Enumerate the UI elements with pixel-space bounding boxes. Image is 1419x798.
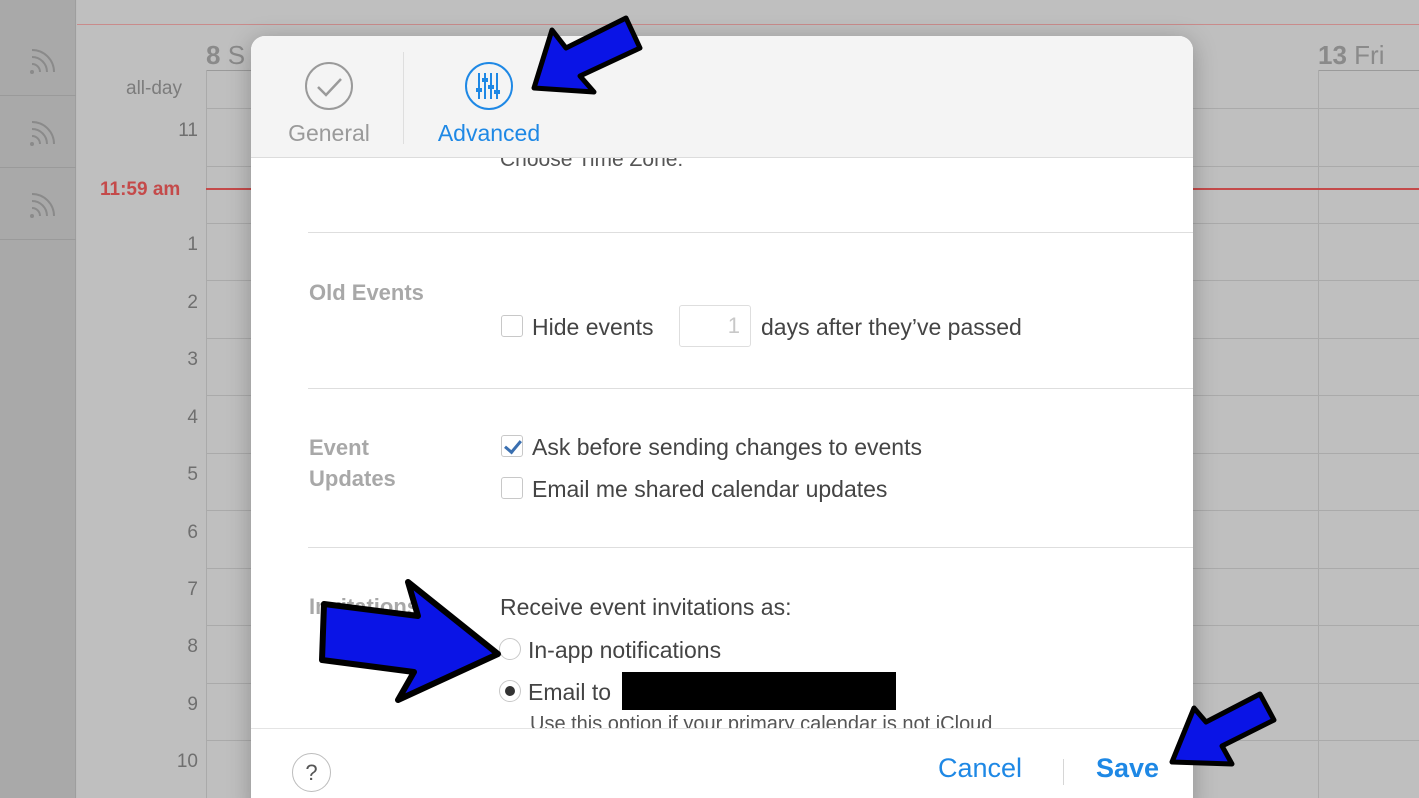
hide-events-days-input[interactable] (679, 305, 751, 347)
sliders-icon (465, 62, 513, 110)
hide-events-checkbox[interactable] (501, 315, 523, 337)
event-updates-label-line1: Event (309, 435, 369, 460)
footer-divider (1063, 759, 1064, 785)
calendar-header-line (77, 24, 1419, 25)
email-shared-updates-checkbox[interactable] (501, 477, 523, 499)
in-app-notifications-label: In-app notifications (528, 637, 722, 663)
current-time-label: 11:59 am (100, 179, 181, 200)
annotation-arrow-icon (319, 579, 501, 703)
section-divider (308, 388, 1193, 389)
hour-label: 7 (187, 579, 198, 600)
ask-before-sending-checkbox[interactable] (501, 435, 523, 457)
day-column-line (1318, 70, 1319, 798)
old-events-label: Old Events (309, 280, 424, 305)
tab-divider (403, 52, 404, 144)
shared-calendar-cell[interactable] (0, 96, 76, 168)
email-shared-updates-label: Email me shared calendar updates (532, 476, 888, 502)
day-number: 13 (1318, 40, 1347, 70)
ask-before-sending-label: Ask before sending changes to events (532, 434, 922, 460)
cancel-button[interactable]: Cancel (938, 753, 1022, 784)
annotation-arrow-icon (1169, 691, 1277, 767)
section-divider (308, 232, 1193, 233)
all-day-label: all-day (126, 78, 182, 99)
time-zone-label-clipped: Choose Time Zone: (500, 158, 684, 171)
day-underline (206, 70, 252, 71)
shared-calendar-cell[interactable] (0, 24, 76, 96)
day-number: 8 (206, 40, 221, 70)
event-updates-label: Event Updates (309, 432, 396, 494)
day-name: S (227, 40, 246, 70)
hide-events-label: Hide events (532, 314, 654, 340)
day-header-left[interactable]: 8 S (206, 40, 245, 71)
hour-label: 8 (187, 636, 198, 657)
broadcast-icon (30, 121, 55, 146)
tab-advanced-label: Advanced (437, 120, 541, 146)
days-after-label: days after they’ve passed (761, 314, 1022, 340)
hour-label: 5 (187, 464, 198, 485)
email-to-label: Email to (528, 679, 612, 705)
tab-general[interactable]: General (283, 60, 375, 147)
shared-calendar-cell[interactable] (0, 168, 76, 240)
hour-label: 9 (187, 694, 198, 715)
save-button[interactable]: Save (1096, 753, 1159, 784)
checkmark-circle-icon (305, 62, 353, 110)
email-option-hint: Use this option if your primary calendar… (530, 713, 993, 728)
hour-label: 10 (176, 751, 198, 772)
day-header-right[interactable]: 13 Fri (1318, 40, 1384, 71)
hour-label: 3 (187, 349, 198, 370)
hour-label: 6 (187, 522, 198, 543)
redacted-email-address (622, 672, 896, 710)
event-updates-label-line2: Updates (309, 466, 396, 491)
hour-label: 11 (178, 120, 198, 141)
annotation-arrow-icon (531, 15, 643, 95)
dialog-footer: ? Cancel Save (251, 728, 1193, 798)
hour-label: 1 (187, 234, 198, 255)
day-name: Fri (1354, 40, 1385, 70)
hour-label: 4 (187, 407, 198, 428)
broadcast-icon (30, 49, 55, 74)
section-divider (308, 547, 1193, 548)
calendar-sidebar (0, 0, 76, 798)
tab-general-label: General (288, 120, 370, 146)
dialog-tab-bar: General Advanced (251, 36, 1193, 158)
receive-invitations-label: Receive event invitations as: (500, 594, 792, 620)
broadcast-icon (30, 193, 55, 218)
day-column-line (206, 70, 207, 798)
hour-label: 2 (187, 292, 198, 313)
day-underline (1318, 70, 1419, 71)
help-button[interactable]: ? (292, 753, 331, 792)
